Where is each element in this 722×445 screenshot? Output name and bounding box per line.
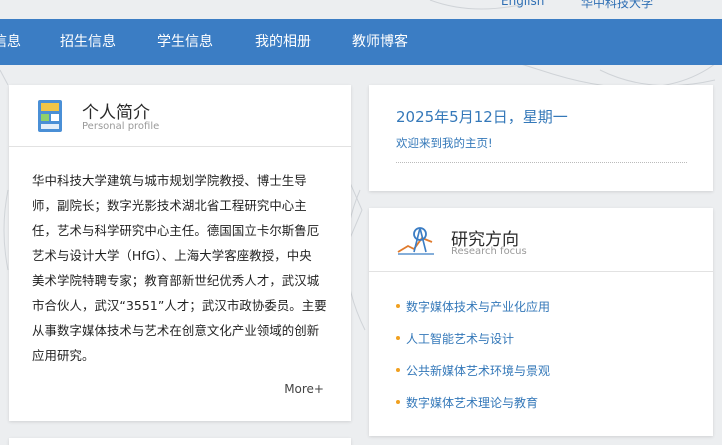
research-item-label: 数字媒体艺术理论与教育	[406, 396, 539, 410]
profile-text-line: 师，副院长；数字光影技术湖北省工程研究中心主	[32, 198, 307, 213]
nav-item-album[interactable]: 我的相册	[255, 19, 311, 65]
research-item[interactable]: 公共新媒体艺术环境与景观	[396, 362, 550, 379]
research-item[interactable]: 人工智能艺术与设计	[396, 330, 514, 347]
research-item[interactable]: 数字媒体技术与产业化应用	[396, 298, 550, 315]
profile-subtitle: Personal profile	[82, 121, 160, 132]
bullet-icon	[396, 335, 400, 340]
profile-text-line: 华中科技大学建筑与城市规划学院教授、博士生导	[32, 173, 307, 188]
research-card: 研究方向 Research focus 数字媒体技术与产业化应用 人工智能艺术与…	[369, 208, 713, 436]
welcome-text: 欢迎来到我的主页!	[396, 136, 493, 150]
research-item-label: 公共新媒体艺术环境与景观	[406, 364, 551, 378]
profile-text-line: 任，艺术与科学研究中心主任。德国国立卡尔斯鲁厄	[32, 223, 320, 238]
university-link[interactable]: 华中科技大学	[581, 0, 653, 11]
nav-item-info[interactable]: 信息	[0, 19, 21, 65]
bullet-icon	[396, 367, 400, 372]
compass-chart-icon	[397, 227, 434, 255]
profile-card: 个人简介 Personal profile 华中科技大学建筑与城市规划学院教授、…	[9, 85, 351, 421]
bullet-icon	[396, 303, 400, 308]
top-links: English 华中科技大学	[0, 0, 722, 10]
english-link[interactable]: English	[501, 0, 544, 8]
profile-text-line: 艺术与设计大学（HfG）、上海大学客座教授，中央	[32, 248, 312, 263]
research-subtitle: Research focus	[451, 246, 527, 257]
profile-text-line: 从事数字媒体技术与艺术在创意文化产业领域的创新	[32, 323, 320, 338]
research-item-label: 人工智能艺术与设计	[406, 332, 515, 346]
lower-card-edge	[9, 438, 351, 445]
nav-item-students[interactable]: 学生信息	[157, 19, 213, 65]
current-date: 2025年5月12日，星期一	[396, 108, 568, 126]
research-item[interactable]: 数字媒体艺术理论与教育	[396, 394, 538, 411]
profile-text-line: 市合伙人，武汉“3551”人才；武汉市政协委员。主要	[32, 298, 327, 313]
nav-item-blog[interactable]: 教师博客	[352, 19, 408, 65]
bullet-icon	[396, 399, 400, 404]
profile-title: 个人简介	[82, 103, 150, 123]
profile-text-line: 美术学院特聘专家；教育部新世纪优秀人才，武汉城	[32, 273, 320, 288]
main-nav: 信息 招生信息 学生信息 我的相册 教师博客	[0, 19, 722, 65]
dotted-divider	[396, 162, 687, 163]
research-divider	[369, 271, 713, 272]
profile-text-line: 应用研究。	[32, 348, 95, 363]
book-icon	[38, 100, 62, 132]
nav-item-admissions[interactable]: 招生信息	[60, 19, 116, 65]
profile-more-link[interactable]: More+	[284, 382, 324, 396]
profile-divider	[9, 146, 351, 147]
research-item-label: 数字媒体技术与产业化应用	[406, 300, 551, 314]
date-card: 2025年5月12日，星期一 欢迎来到我的主页!	[369, 85, 713, 191]
